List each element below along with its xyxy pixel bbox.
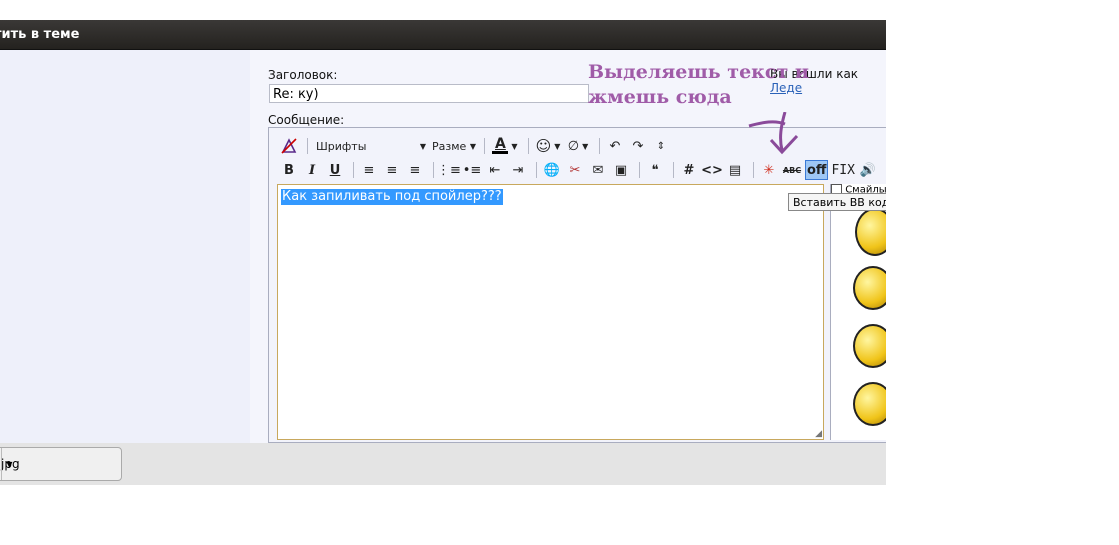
toolbar-separator bbox=[528, 138, 529, 154]
unlink-icon[interactable]: ✂ bbox=[565, 161, 585, 179]
unordered-list-icon[interactable]: •≡ bbox=[462, 161, 482, 179]
toolbar-separator bbox=[753, 162, 754, 178]
toolbar-separator bbox=[599, 138, 600, 154]
toolbar-row-2: B I U ≡ ≡ ≡ ⋮≡ •≡ ⇤ ⇥ 🌐 ✂ ✉ ▣ ❝ # <> ▤ ✳… bbox=[279, 160, 881, 180]
spellcheck-icon[interactable]: ABC bbox=[782, 161, 802, 179]
outdent-icon[interactable]: ⇤ bbox=[485, 161, 505, 179]
title-bar: тить в теме bbox=[0, 20, 886, 50]
subject-input[interactable]: Re: ку) bbox=[269, 84, 589, 103]
toolbar-separator bbox=[673, 162, 674, 178]
smiley-icon[interactable] bbox=[853, 324, 886, 368]
chevron-down-icon: ▼ bbox=[511, 141, 518, 151]
undo-icon[interactable]: ↶ bbox=[605, 137, 625, 155]
annotation-arrow-icon bbox=[748, 112, 799, 155]
smiley-icon[interactable] bbox=[853, 382, 886, 426]
resize-toggle-icon[interactable]: ⇕ bbox=[651, 137, 671, 155]
align-center-icon[interactable]: ≡ bbox=[382, 161, 402, 179]
toolbar-row-1: Шрифты ▼ Разме ▼ A ▼ ☺ ▼ ∅ ▼ ↶ ↷ ⇕ bbox=[279, 137, 674, 155]
paperclip-icon: ∅ bbox=[567, 138, 580, 154]
toolbar-separator bbox=[639, 162, 640, 178]
chevron-down-icon: ▼ bbox=[554, 141, 561, 151]
smiley-icon[interactable] bbox=[855, 208, 886, 256]
size-select-label: Разме bbox=[432, 139, 467, 153]
annotation-text: Выделяешь текст и жмешь сюда bbox=[588, 60, 809, 110]
toolbar-separator bbox=[307, 138, 308, 154]
tooltip: Вставить BB код [off] bbox=[788, 193, 886, 211]
bold-icon[interactable]: B bbox=[279, 161, 299, 179]
subject-label: Заголовок: bbox=[268, 68, 338, 82]
message-textarea[interactable]: Как запиливать под спойлер??? ◢ bbox=[277, 184, 824, 440]
speaker-icon[interactable]: 🔊 bbox=[858, 161, 878, 179]
font-select[interactable]: Шрифты ▼ bbox=[313, 138, 429, 155]
link-globe-icon[interactable]: 🌐 bbox=[542, 161, 562, 179]
annotation-line-2: жмешь сюда bbox=[588, 86, 732, 108]
remove-format-icon[interactable] bbox=[279, 137, 299, 155]
message-label: Сообщение: bbox=[268, 113, 345, 127]
annotation-line-1: Выделяешь текст и bbox=[588, 61, 809, 83]
toolbar-separator bbox=[484, 138, 485, 154]
code-icon[interactable]: <> bbox=[701, 161, 723, 179]
attach-button[interactable]: ∅ ▼ bbox=[565, 137, 591, 155]
chevron-down-icon: ▼ bbox=[419, 141, 426, 151]
email-icon[interactable]: ✉ bbox=[588, 161, 608, 179]
chevron-down-icon: ▼ bbox=[1, 448, 17, 480]
redo-icon[interactable]: ↷ bbox=[628, 137, 648, 155]
size-select[interactable]: Разме ▼ bbox=[429, 138, 479, 155]
ordered-list-icon[interactable]: ⋮≡ bbox=[437, 161, 461, 179]
left-pane bbox=[0, 50, 250, 443]
off-button[interactable]: off bbox=[805, 160, 829, 180]
browser-screenshot: тить в теме Заголовок: Re: ку) Вы вошли … bbox=[0, 0, 886, 485]
indent-icon[interactable]: ⇥ bbox=[508, 161, 528, 179]
smiley-sidebar: Смайлы bbox=[830, 184, 886, 440]
quote-icon[interactable]: ❝ bbox=[645, 161, 665, 179]
smiley-icon: ☺ bbox=[535, 137, 552, 155]
image-icon[interactable]: ▣ bbox=[611, 161, 631, 179]
file-select[interactable]: jpg ▼ bbox=[0, 447, 122, 481]
chevron-down-icon: ▼ bbox=[469, 141, 476, 151]
selected-message-text: Как запиливать под спойлер??? bbox=[281, 189, 503, 205]
resize-grip-icon[interactable]: ◢ bbox=[815, 429, 822, 439]
toolbar-separator bbox=[536, 162, 537, 178]
font-color-icon: A bbox=[492, 137, 509, 154]
title-text: тить в теме bbox=[0, 27, 80, 42]
toolbar-separator bbox=[433, 162, 434, 178]
smiley-button[interactable]: ☺ ▼ bbox=[534, 137, 562, 155]
spark-icon[interactable]: ✳ bbox=[759, 161, 779, 179]
underline-icon[interactable]: U bbox=[325, 161, 345, 179]
fix-button[interactable]: FIX bbox=[831, 161, 854, 179]
top-strip bbox=[0, 0, 886, 20]
smiley-icon[interactable] bbox=[853, 266, 886, 310]
php-icon[interactable]: ▤ bbox=[725, 161, 745, 179]
chevron-down-icon: ▼ bbox=[582, 141, 589, 151]
footer-bar: jpg ▼ bbox=[0, 443, 886, 485]
hash-icon[interactable]: # bbox=[679, 161, 699, 179]
align-right-icon[interactable]: ≡ bbox=[405, 161, 425, 179]
toolbar-separator bbox=[353, 162, 354, 178]
italic-icon[interactable]: I bbox=[302, 161, 322, 179]
font-select-label: Шрифты bbox=[316, 139, 367, 153]
font-color-button[interactable]: A ▼ bbox=[490, 137, 520, 155]
align-left-icon[interactable]: ≡ bbox=[359, 161, 379, 179]
